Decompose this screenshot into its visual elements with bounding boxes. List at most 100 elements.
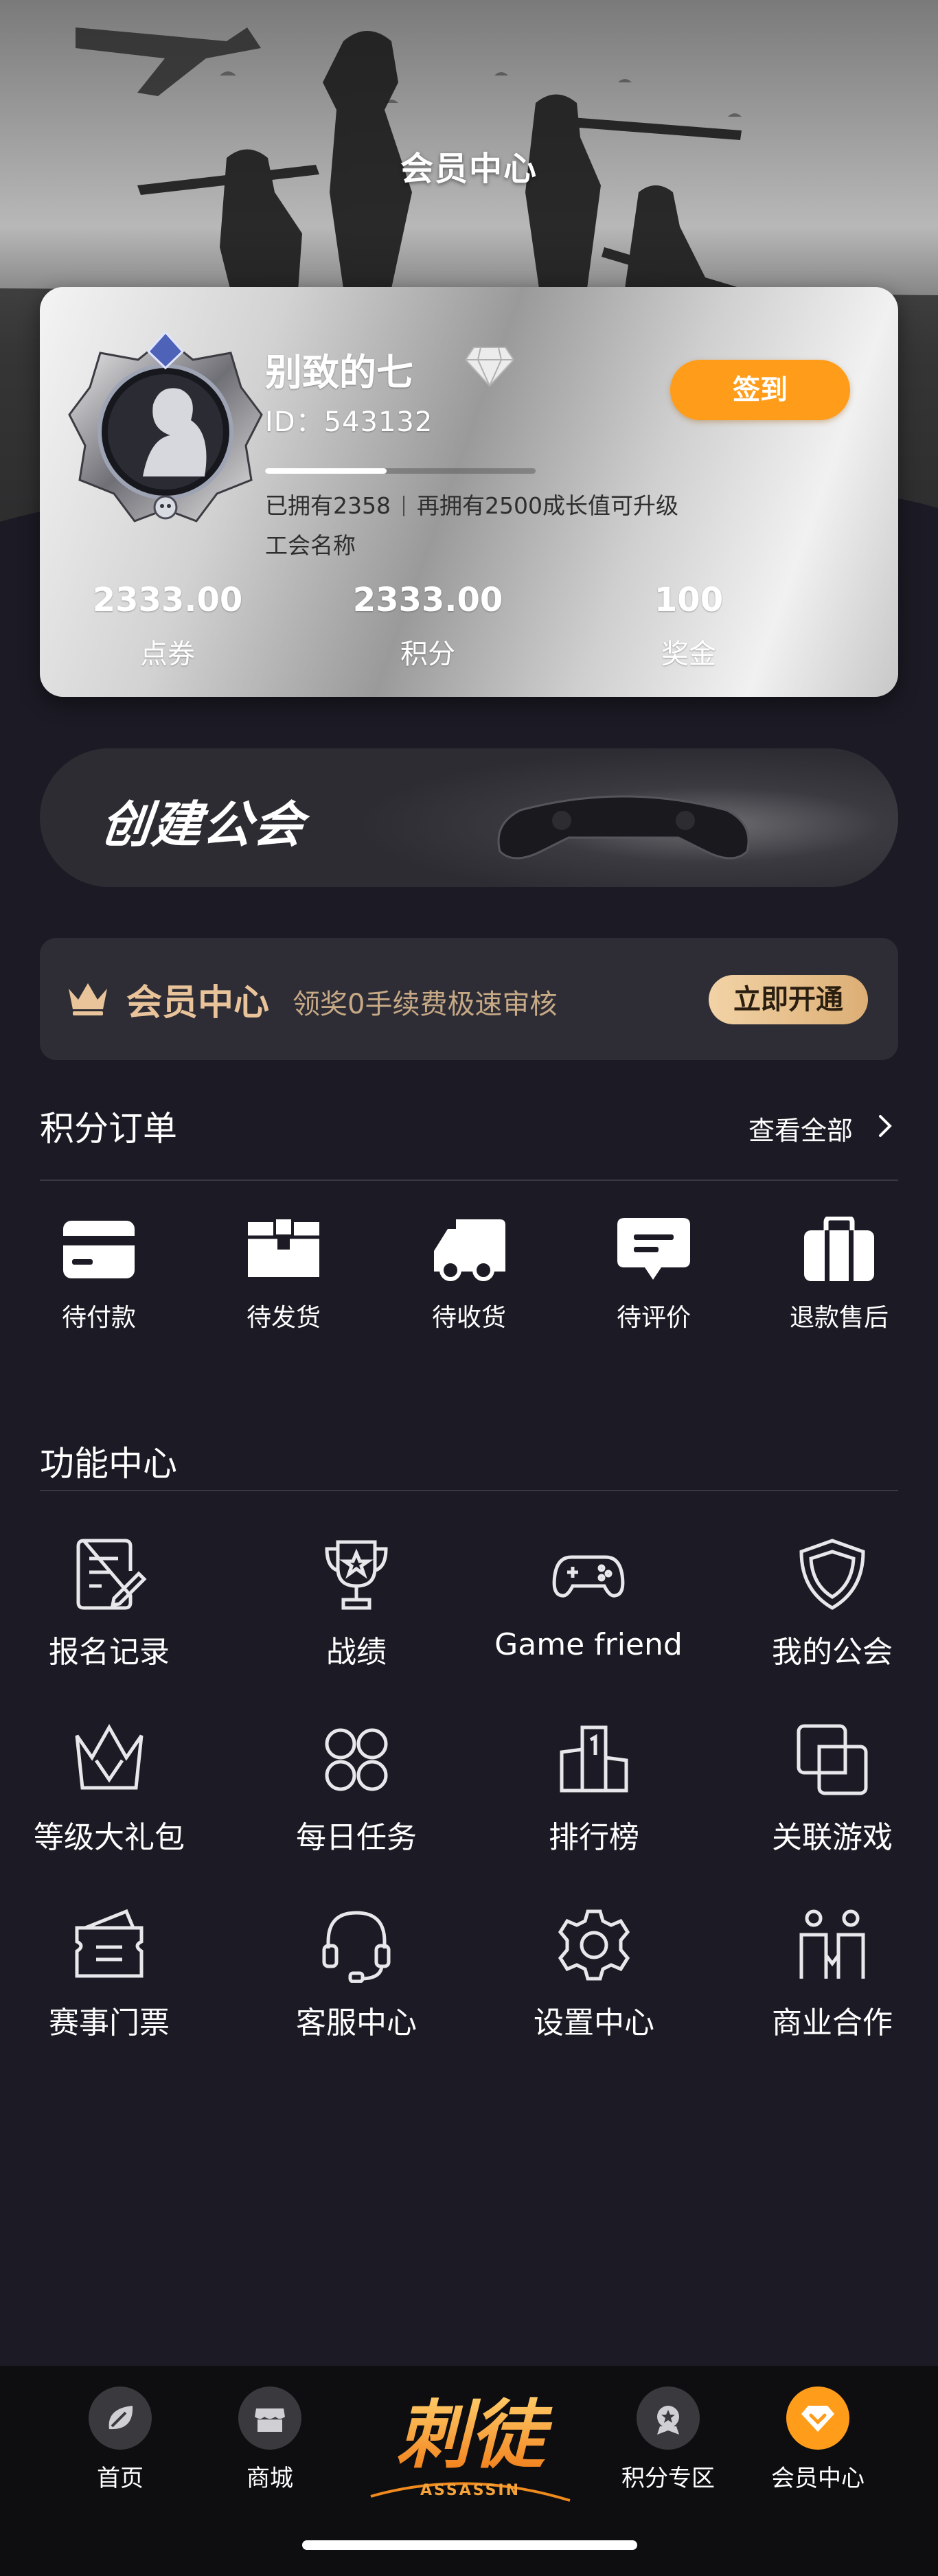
orders-divider	[40, 1180, 898, 1181]
growth-upgrade-hint: 再拥有2500成长值可升级	[416, 492, 678, 519]
stat-bonus[interactable]: 100 奖金	[586, 581, 792, 671]
edit-document-icon	[76, 1539, 147, 1610]
stat-label: 积分	[400, 639, 455, 670]
member-promo-banner[interactable]: 会员中心 领奖0手续费极速审核 立即开通	[40, 938, 898, 1060]
func-settings[interactable]: 设置中心	[481, 1907, 707, 2042]
home-indicator[interactable]	[302, 2540, 637, 2550]
functions-section-title: 功能中心	[40, 1444, 177, 1484]
open-membership-button[interactable]: 立即开通	[709, 975, 868, 1024]
username: 别致的七	[265, 351, 413, 394]
crown-icon	[69, 983, 107, 1015]
people-icon	[799, 1909, 865, 1979]
growth-progress-bar	[265, 468, 536, 474]
grid-icon	[325, 1728, 388, 1791]
tab-label: 积分专区	[621, 2465, 715, 2492]
growth-owned: 已拥有2358	[265, 492, 391, 519]
func-daily-tasks[interactable]: 每日任务	[243, 1722, 470, 1856]
func-business-cooperation[interactable]: 商业合作	[719, 1907, 938, 2042]
comment-icon	[617, 1218, 690, 1280]
settings-icon	[558, 1909, 630, 1981]
order-label: 待发货	[246, 1304, 321, 1332]
func-my-guild[interactable]: 我的公会	[719, 1537, 938, 1671]
podium-icon	[560, 1725, 628, 1793]
tab-label: 商城	[247, 2465, 293, 2492]
order-label: 待付款	[61, 1304, 136, 1332]
shield-icon	[799, 1539, 865, 1610]
tab-icon-bg	[637, 2387, 700, 2450]
stat-value: 2333.00	[92, 581, 243, 619]
assassin-logo[interactable]: 刺徒 ASSASSIN	[364, 2380, 577, 2517]
order-pending-review[interactable]: 待评价	[571, 1217, 736, 1333]
growth-separator	[402, 496, 404, 516]
chevron-right-icon[interactable]	[875, 1112, 895, 1140]
gamepad-illustration	[497, 795, 750, 860]
tab-member-center[interactable]: 会员中心	[746, 2387, 890, 2493]
order-label: 待收货	[431, 1304, 506, 1332]
order-refund-after-sales[interactable]: 退款售后	[757, 1217, 922, 1333]
user-id: ID：543132	[265, 400, 433, 439]
logo-caption: ASSASSIN	[420, 2482, 521, 2499]
orders-section-title: 积分订单	[40, 1109, 177, 1149]
order-pending-payment[interactable]: 待付款	[16, 1217, 181, 1333]
func-label: Game friend	[494, 1627, 683, 1662]
gamepad-icon	[552, 1555, 625, 1598]
func-game-friend[interactable]: Game friend	[475, 1537, 702, 1662]
func-label: 赛事门票	[49, 2005, 170, 2040]
order-label: 待评价	[616, 1304, 691, 1332]
tab-store[interactable]: 商城	[198, 2387, 342, 2493]
func-leaderboard[interactable]: 排行榜	[481, 1722, 707, 1856]
stat-label: 奖金	[661, 639, 716, 670]
growth-info: 已拥有2358 再拥有2500成长值可升级	[265, 487, 678, 520]
points-medal-icon	[657, 2406, 679, 2435]
stat-value: 100	[654, 581, 724, 619]
func-label: 等级大礼包	[34, 1820, 185, 1855]
func-label: 报名记录	[49, 1635, 170, 1670]
tab-home[interactable]: 首页	[48, 2387, 192, 2493]
page-title: 会员中心	[400, 150, 538, 188]
func-label: 设置中心	[534, 2005, 654, 2040]
func-label: 客服中心	[296, 2005, 417, 2040]
tab-icon-bg	[238, 2387, 301, 2450]
func-records[interactable]: 战绩	[243, 1537, 470, 1671]
link-squares-icon	[797, 1724, 868, 1795]
func-level-gift-pack[interactable]: 等级大礼包	[0, 1722, 222, 1856]
stat-coupons[interactable]: 2333.00 点券	[65, 581, 271, 671]
func-label: 关联游戏	[772, 1820, 893, 1855]
func-event-tickets[interactable]: 赛事门票	[0, 1907, 222, 2042]
bag-icon	[804, 1217, 874, 1281]
create-guild-title: 创建公会	[98, 796, 308, 853]
tab-label: 会员中心	[771, 2465, 865, 2492]
member-subtitle: 领奖0手续费极速审核	[293, 989, 558, 1020]
ticket-icon	[75, 1909, 144, 1978]
tab-points-zone[interactable]: 积分专区	[596, 2387, 740, 2493]
func-label: 商业合作	[772, 2005, 893, 2040]
func-label: 战绩	[326, 1635, 387, 1670]
headset-icon	[322, 1911, 391, 1983]
tab-icon-bg	[89, 2387, 152, 2450]
profile-card: 别致的七 ID：543132 签到 已拥有2358 再拥有2500成长值可升级 工…	[40, 287, 898, 697]
func-linked-games[interactable]: 关联游戏	[719, 1722, 938, 1856]
member-title: 会员中心	[126, 982, 270, 1024]
order-pending-shipment[interactable]: 待发货	[201, 1217, 366, 1333]
func-customer-service[interactable]: 客服中心	[243, 1907, 470, 2042]
stat-points[interactable]: 2333.00 积分	[325, 581, 531, 671]
member-diamond-icon	[801, 2406, 834, 2432]
logo-text: 刺徒	[396, 2392, 553, 2479]
avatar[interactable]	[66, 332, 265, 531]
tab-label: 首页	[97, 2465, 144, 2492]
truck-icon	[434, 1219, 505, 1281]
trophy-icon	[325, 1540, 388, 1610]
guild-name: 工会名称	[265, 532, 356, 559]
view-all-orders-link[interactable]: 查看全部	[748, 1109, 853, 1147]
store-icon	[255, 2408, 285, 2432]
checkin-button[interactable]: 签到	[670, 360, 850, 420]
func-registration-records[interactable]: 报名记录	[0, 1537, 222, 1671]
functions-divider	[40, 1490, 898, 1491]
tab-icon-bg-active	[786, 2387, 849, 2450]
home-leaf-icon	[108, 2406, 133, 2430]
user-id-label: ID：	[265, 406, 324, 438]
order-pending-receipt[interactable]: 待收货	[387, 1217, 551, 1333]
growth-progress-fill	[265, 468, 387, 474]
create-guild-banner[interactable]: 创建公会	[40, 748, 898, 887]
func-label: 排行榜	[549, 1820, 639, 1855]
